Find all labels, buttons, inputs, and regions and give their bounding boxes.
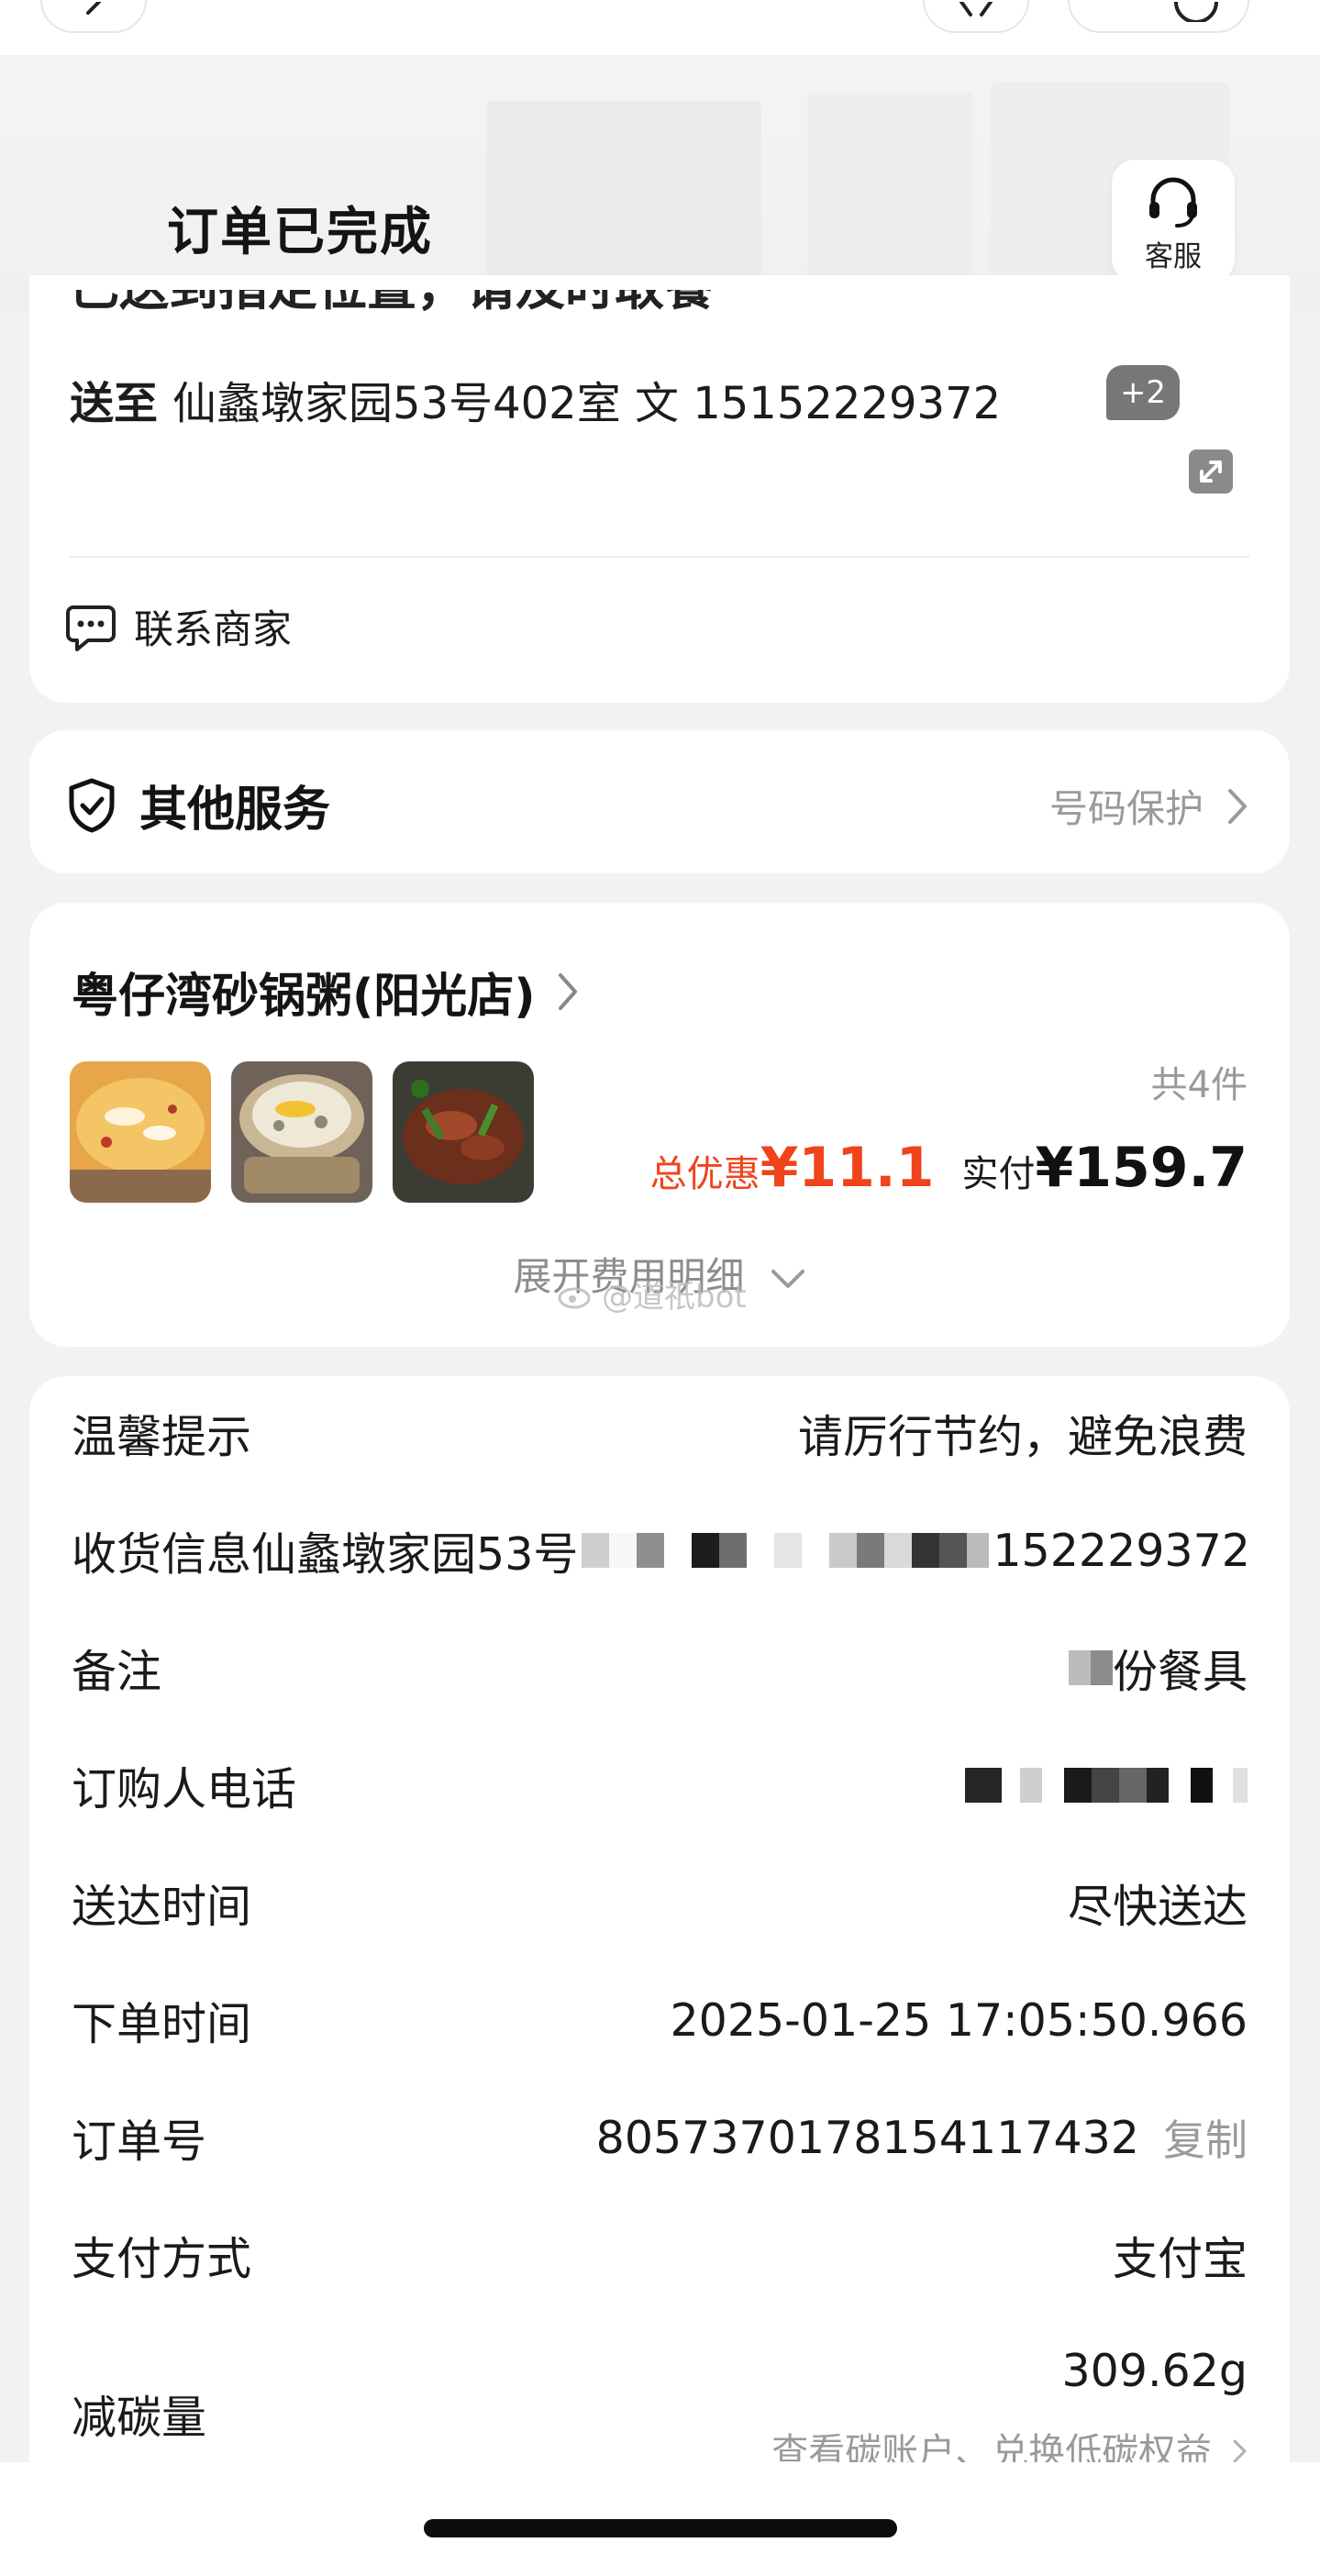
expand-map-icon[interactable] [1189, 450, 1233, 494]
weibo-icon [558, 1287, 591, 1308]
back-arrow-icon [86, 2, 101, 15]
detail-row-buyer-phone: 订购人电话 [72, 1749, 1248, 1822]
watermark-text: @道祇bot [602, 1279, 747, 1316]
delivery-address-card: 已送到指定位置，请及时取餐 送至仙蠡墩家园53号402室 文 151522293… [29, 275, 1290, 703]
order-details-card: 温馨提示 请厉行节约，避免浪费 收货信息 仙蠡墩家园53号 152229372 … [29, 1376, 1290, 2576]
back-button[interactable] [40, 0, 147, 33]
redacted-pixelation [582, 1533, 990, 1568]
other-services-title-group: 其他服务 [66, 771, 330, 839]
note-visible-text: 份餐具 [1112, 1645, 1248, 1698]
detail-row-order-time: 下单时间 2025-01-25 17:05:50.966 [72, 1983, 1248, 2057]
customer-service-label: 客服 [1145, 240, 1202, 273]
chevron-right-icon [1233, 2439, 1247, 2463]
other-services-card[interactable]: 其他服务 号码保护 [29, 730, 1290, 873]
detail-key: 订购人电话 [72, 1762, 297, 1815]
food-thumbnail[interactable] [70, 1061, 211, 1203]
detail-key: 支付方式 [72, 2232, 252, 2285]
copy-order-number-button[interactable]: 复制 [1163, 2107, 1248, 2168]
discount-value: ¥11.1 [760, 1136, 935, 1200]
other-services-title: 其他服务 [139, 783, 331, 838]
chat-icon [66, 605, 116, 651]
detail-value: 2025-01-25 17:05:50.966 [670, 1993, 1248, 2047]
detail-row-order-number: 订单号 8057370178154117432 复制 [72, 2101, 1248, 2174]
detail-key: 备注 [72, 1645, 162, 1698]
detail-value: 请厉行节约，避免浪费 [797, 1410, 1248, 1463]
order-detail-page: 订单已完成 客服 已送到指定位置，请及时取餐 送至仙蠡墩家园53号402室 文 … [0, 0, 1320, 2576]
receiver-info-value: 仙蠡墩家园53号 152229372 [251, 1518, 1250, 1583]
store-name-link[interactable]: 粤仔湾砂锅粥(阳光店) [72, 958, 578, 1026]
price-summary: 总优惠 ¥11.1 实付 ¥159.7 [650, 1136, 1248, 1200]
detail-row-tip: 温馨提示 请厉行节约，避免浪费 [72, 1396, 1248, 1470]
detail-value: 尽快送达 [1067, 1880, 1248, 1933]
number-protection-label: 号码保护 [1048, 786, 1204, 831]
food-thumbnail[interactable] [393, 1061, 534, 1203]
buyer-phone-redacted [965, 1768, 1248, 1803]
share-icon [959, 2, 993, 17]
detail-row-delivery-time: 送达时间 尽快送达 [72, 1866, 1248, 1939]
receiver-phone-visible: 152229372 [993, 1524, 1250, 1577]
contact-merchant-button[interactable]: 联系商家 [64, 598, 292, 655]
divider [70, 556, 1249, 558]
headset-icon [1149, 177, 1197, 228]
redacted-pixelation [1068, 1650, 1113, 1685]
deliver-to-label: 送至 [70, 378, 159, 429]
food-thumbnail[interactable] [231, 1061, 372, 1203]
discount-label: 总优惠 [649, 1153, 760, 1195]
chevron-down-icon [771, 1270, 804, 1288]
top-nav-strip [0, 0, 1320, 55]
detail-key: 收货信息 [72, 1527, 252, 1581]
contact-merchant-label: 联系商家 [134, 607, 292, 653]
detail-key: 送达时间 [72, 1880, 252, 1933]
receiver-address-visible: 仙蠡墩家园53号 [251, 1527, 579, 1581]
detail-value: 支付宝 [1112, 2232, 1248, 2285]
header-photo-blur [486, 101, 761, 294]
detail-row-note: 备注 份餐具 [72, 1631, 1248, 1704]
chevron-right-icon [558, 973, 577, 1010]
extra-items-badge[interactable]: +2 [1106, 365, 1180, 420]
more-icon [1174, 2, 1218, 22]
header-photo-blur [807, 92, 972, 294]
store-name: 粤仔湾砂锅粥(阳光店) [72, 970, 536, 1024]
detail-row-payment: 支付方式 支付宝 [72, 2218, 1248, 2292]
carbon-reduction-key: 减碳量 [72, 2392, 207, 2444]
detail-key: 温馨提示 [72, 1410, 252, 1463]
watermark: @道祇bot [558, 1271, 747, 1316]
number-protection-link[interactable]: 号码保护 [1049, 778, 1248, 834]
address-text: 仙蠡墩家园53号402室 文 15152229372 [172, 378, 1002, 429]
paid-value: ¥159.7 [1035, 1136, 1248, 1200]
order-number-value: 8057370178154117432 [595, 2111, 1139, 2164]
page-title: 订单已完成 [167, 203, 433, 262]
note-value: 份餐具 [1068, 1636, 1248, 1701]
share-button[interactable] [923, 0, 1029, 33]
carbon-reduction-value: 309.62g [1061, 2345, 1248, 2397]
item-count: 共4件 [1150, 1064, 1248, 1106]
detail-key: 订单号 [72, 2115, 207, 2168]
delivery-status-text: 已送到指定位置，请及时取餐 [70, 290, 714, 317]
delivery-address: 送至 仙蠡墩家园53号402室 文 15152229372 [70, 367, 1001, 431]
paid-label: 实付 [961, 1153, 1036, 1195]
customer-service-button[interactable]: 客服 [1112, 160, 1235, 283]
detail-row-receiver: 收货信息 仙蠡墩家园53号 152229372 [72, 1514, 1250, 1587]
shield-check-icon [69, 778, 115, 832]
detail-key: 下单时间 [72, 1997, 252, 2050]
more-button[interactable] [1068, 0, 1249, 33]
home-indicator[interactable] [424, 2519, 897, 2537]
chevron-right-icon [1228, 788, 1247, 824]
order-number-group: 8057370178154117432 复制 [596, 2107, 1248, 2168]
